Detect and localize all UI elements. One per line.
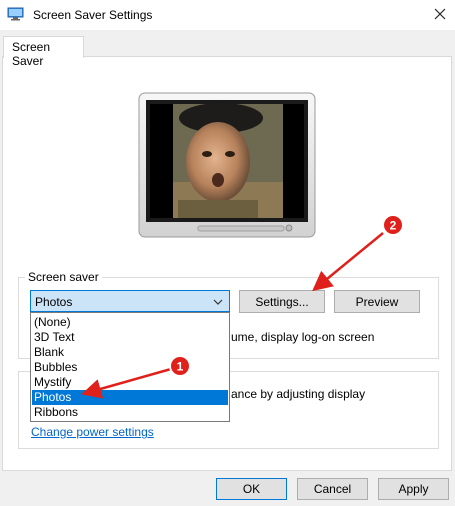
change-power-settings-link[interactable]: Change power settings [31,425,154,439]
chevron-down-icon [213,296,223,306]
screen-preview-monitor [138,92,316,238]
dropdown-option-ribbons[interactable]: Ribbons [32,405,228,420]
on-resume-label: ume, display log-on screen [231,330,375,344]
screen-saver-select-value: Photos [35,295,73,309]
dropdown-option-blank[interactable]: Blank [32,345,228,360]
tab-label: Screen Saver [12,40,51,68]
tab-screen-saver[interactable]: Screen Saver [3,36,84,68]
preview-button[interactable]: Preview [334,290,420,313]
ok-button[interactable]: OK [216,478,287,500]
dropdown-option-3d-text[interactable]: 3D Text [32,330,228,345]
monitor-icon [7,7,24,21]
dropdown-option-none[interactable]: (None) [32,315,228,330]
settings-button[interactable]: Settings... [239,290,325,313]
power-description: ance by adjusting display [231,387,366,401]
dropdown-option-mystify[interactable]: Mystify [32,375,228,390]
dropdown-option-photos[interactable]: Photos [32,390,228,405]
apply-button[interactable]: Apply [378,478,449,500]
screen-saver-group-label: Screen saver [25,270,102,284]
cancel-button[interactable]: Cancel [297,478,368,500]
close-icon[interactable] [427,2,453,26]
window-title: Screen Saver Settings [33,8,153,22]
dropdown-option-bubbles[interactable]: Bubbles [32,360,228,375]
screen-saver-dropdown-list: (None) 3D Text Blank Bubbles Mystify Pho… [30,312,230,422]
screen-saver-select[interactable]: Photos [30,290,230,312]
